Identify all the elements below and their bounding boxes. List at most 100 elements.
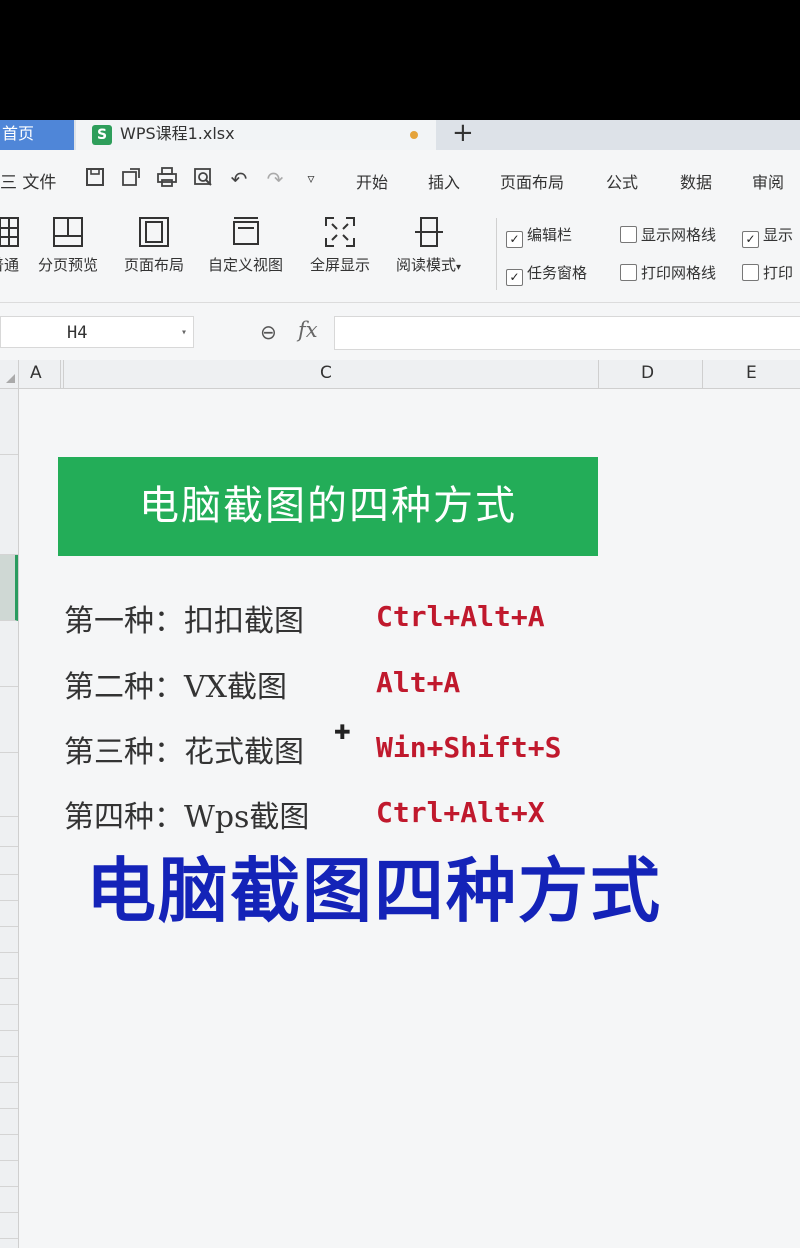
chevron-down-icon[interactable]: ▾ — [181, 317, 187, 349]
row-header-cell[interactable] — [0, 875, 18, 901]
row-header-cell[interactable] — [0, 1161, 18, 1187]
new-tab-button[interactable]: + — [452, 120, 474, 148]
row-header-cell-selected[interactable] — [0, 555, 18, 621]
normal-view-label: 普通 — [0, 256, 19, 274]
normal-view-button[interactable]: 普通 — [0, 214, 22, 275]
page-layout-view-icon — [139, 217, 169, 247]
method-label-4[interactable]: 第四种：Wps截图 — [64, 792, 309, 836]
row-header-cell[interactable] — [0, 1213, 18, 1239]
checkbox-formula-bar[interactable]: ✓ 编辑栏 — [506, 224, 572, 248]
row-header-cell[interactable] — [0, 753, 18, 817]
ribbon-separator — [496, 218, 497, 290]
method-label-3[interactable]: 第三种：花式截图 — [64, 727, 304, 771]
row-header-cell[interactable] — [0, 455, 18, 555]
custom-view-icon — [232, 217, 259, 245]
spreadsheet-icon: S — [92, 125, 112, 145]
column-e-header[interactable]: E — [746, 363, 757, 383]
row-header-cell[interactable] — [0, 687, 18, 753]
fx-icon[interactable]: fx — [298, 318, 318, 342]
row-header-cell[interactable] — [0, 1083, 18, 1109]
formula-input[interactable] — [334, 316, 800, 350]
checkbox-show-gridlines[interactable]: 显示网格线 — [620, 224, 716, 245]
method-shortcut-3[interactable]: Win+Shift+S — [376, 731, 561, 764]
menu-item-insert[interactable]: 插入 — [428, 169, 460, 193]
page-break-preview-label: 分页预览 — [38, 256, 99, 274]
menu-item-review[interactable]: 审阅 — [752, 169, 784, 193]
normal-view-icon — [0, 217, 19, 247]
row-header-cell[interactable] — [0, 1057, 18, 1083]
cell-cursor-icon: ✚ — [334, 720, 351, 744]
custom-view-label: 自定义视图 — [208, 256, 284, 274]
checkbox-checked-icon: ✓ — [506, 269, 523, 286]
document-name: WPS课程1.xlsx — [120, 124, 235, 143]
reading-mode-dropdown-icon[interactable]: ▾ — [456, 262, 461, 273]
save-icon[interactable] — [82, 166, 108, 192]
quick-access-dropdown-icon[interactable]: ▿ — [298, 166, 324, 192]
checkbox-print[interactable]: 打印 — [742, 262, 793, 283]
page-break-preview-button[interactable]: 分页预览 — [38, 214, 98, 275]
row-header-cell[interactable] — [0, 389, 18, 455]
page-layout-view-label: 页面布局 — [124, 256, 185, 274]
checkbox-unchecked-icon — [620, 226, 637, 243]
print-icon[interactable] — [154, 166, 180, 192]
row-header-cell[interactable] — [0, 621, 18, 687]
select-all-corner[interactable] — [0, 360, 19, 388]
method-shortcut-1[interactable]: Ctrl+Alt+A — [376, 600, 545, 633]
page-layout-view-button[interactable]: 页面布局 — [124, 214, 184, 275]
menu-item-data[interactable]: 数据 — [680, 169, 712, 193]
column-d-header[interactable]: D — [641, 363, 654, 383]
reading-mode-button[interactable]: 阅读模式▾ — [396, 214, 461, 275]
page-break-preview-icon — [53, 217, 83, 247]
full-screen-label: 全屏显示 — [310, 256, 371, 274]
checkbox-label: 编辑栏 — [527, 226, 573, 244]
column-c-header[interactable]: C — [320, 363, 332, 383]
row-header-cell[interactable] — [0, 1135, 18, 1161]
row-header-cell[interactable] — [0, 1005, 18, 1031]
row-header-cell[interactable] — [0, 927, 18, 953]
zoom-icon[interactable]: ⊖ — [260, 320, 277, 344]
row-header-cell[interactable] — [0, 1031, 18, 1057]
undo-icon[interactable]: ↶ — [226, 166, 252, 192]
reading-mode-icon — [414, 217, 443, 247]
checkbox-unchecked-icon — [620, 264, 637, 281]
checkbox-unchecked-icon — [742, 264, 759, 281]
menu-item-formula[interactable]: 公式 — [606, 169, 638, 193]
row-header-cell[interactable] — [0, 817, 18, 847]
row-header-cell[interactable] — [0, 1109, 18, 1135]
method-label-1[interactable]: 第一种：扣扣截图 — [64, 596, 304, 640]
row-header-cell[interactable] — [0, 953, 18, 979]
full-screen-icon — [325, 217, 355, 247]
export-icon[interactable] — [118, 166, 144, 192]
full-screen-button[interactable]: 全屏显示 — [310, 214, 370, 275]
checkbox-task-pane[interactable]: ✓ 任务窗格 — [506, 262, 587, 286]
column-divider — [63, 360, 64, 388]
menu-item-page-layout[interactable]: 页面布局 — [500, 169, 564, 193]
cell-reference: H4 — [67, 323, 88, 343]
checkbox-label: 显示 — [763, 226, 794, 244]
file-menu[interactable]: 三 文件 — [0, 168, 56, 193]
tab-bar: 首页 S WPS课程1.xlsx + — [0, 120, 800, 150]
unsaved-dot-icon — [410, 131, 418, 139]
row-header-cell[interactable] — [0, 979, 18, 1005]
tab-home[interactable]: 首页 — [0, 120, 74, 150]
tab-document[interactable]: S WPS课程1.xlsx — [76, 120, 436, 150]
name-box[interactable]: H4 ▾ — [0, 316, 194, 348]
method-shortcut-2[interactable]: Alt+A — [376, 666, 460, 699]
column-divider — [60, 360, 61, 388]
redo-icon[interactable]: ↷ — [262, 166, 288, 192]
menu-item-start[interactable]: 开始 — [356, 169, 388, 193]
row-header-cell[interactable] — [0, 847, 18, 875]
method-shortcut-4[interactable]: Ctrl+Alt+X — [376, 796, 545, 829]
row-header-cell[interactable] — [0, 901, 18, 927]
checkbox-show[interactable]: ✓ 显示 — [742, 224, 793, 248]
print-preview-icon[interactable] — [190, 166, 216, 192]
title-banner-cell[interactable]: 电脑截图的四种方式 — [58, 457, 598, 556]
column-header: A C D E — [0, 360, 800, 389]
custom-view-button[interactable]: 自定义视图 — [208, 214, 283, 275]
view-ribbon: 普通 分页预览 页面布局 自定义视图 全屏显示 阅读模式▾ ✓编辑栏 显示网格线… — [0, 210, 800, 303]
method-label-2[interactable]: 第二种：VX截图 — [64, 662, 287, 706]
column-a-header[interactable]: A — [30, 363, 42, 383]
checkbox-print-gridlines[interactable]: 打印网格线 — [620, 262, 716, 283]
checkbox-checked-icon: ✓ — [742, 231, 759, 248]
row-header-cell[interactable] — [0, 1187, 18, 1213]
